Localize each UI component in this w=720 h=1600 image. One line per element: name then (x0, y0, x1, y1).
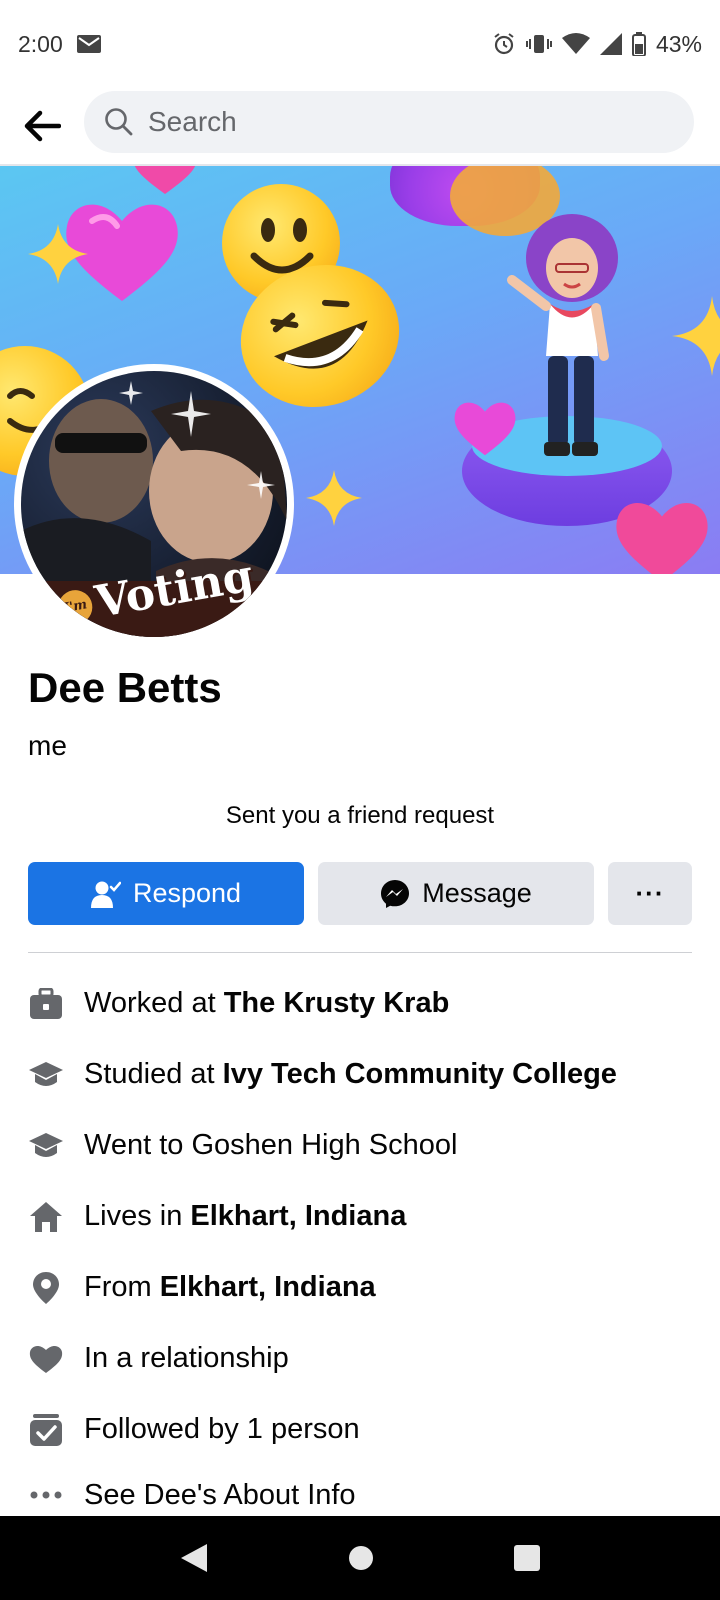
system-nav-bar (0, 1516, 720, 1600)
nav-back-icon[interactable] (179, 1542, 209, 1574)
avatar-figure (500, 206, 640, 466)
info-row-followers[interactable]: Followed by 1 person (0, 1394, 720, 1465)
info-row-relationship[interactable]: In a relationship (0, 1323, 720, 1394)
more-options-icon: ··· (635, 878, 665, 908)
location-pin-icon (28, 1270, 64, 1306)
briefcase-icon (28, 986, 64, 1022)
info-row-college[interactable]: Studied at Ivy Tech Community College (0, 1039, 720, 1110)
home-icon (28, 1199, 64, 1235)
heart-decoration-4 (612, 496, 712, 574)
see-about-text: See Dee's About Info (84, 1478, 356, 1511)
voting-badge-small-text: I'm (55, 586, 95, 627)
nav-recents-icon[interactable] (513, 1544, 541, 1572)
respond-label: Respond (132, 878, 242, 908)
info-row-high-school[interactable]: Went to Goshen High School (0, 1110, 720, 1181)
info-from-text: From Elkhart, Indiana (84, 1271, 376, 1303)
signal-icon (599, 33, 622, 55)
mail-icon (76, 35, 101, 53)
profile-subtitle: me (28, 730, 67, 761)
info-high-school-text: Went to Goshen High School (84, 1129, 458, 1161)
status-bar: 2:00 43% (0, 0, 720, 88)
more-options-button[interactable]: ··· (608, 862, 692, 925)
divider (28, 952, 692, 953)
star-decoration-3 (672, 296, 720, 381)
respond-button[interactable]: Respond (28, 862, 304, 925)
heart-icon (28, 1341, 64, 1377)
message-label: Message (422, 878, 532, 908)
more-dots-icon (28, 1477, 64, 1513)
friend-request-text: Sent you a friend request (225, 802, 495, 829)
battery-icon (631, 32, 646, 56)
messenger-icon (380, 879, 410, 909)
heart-decoration-small (130, 166, 200, 201)
info-row-from[interactable]: From Elkhart, Indiana (0, 1252, 720, 1323)
battery-percent: 43% (655, 30, 702, 57)
vibrate-icon (525, 33, 552, 55)
back-arrow-icon (23, 110, 61, 142)
followers-icon (28, 1412, 64, 1448)
profile-photo: I'm Voting (21, 371, 287, 637)
nav-home-icon[interactable] (347, 1544, 375, 1572)
search-input[interactable] (148, 106, 628, 138)
message-button[interactable]: Message (318, 862, 594, 925)
search-bar[interactable] (84, 91, 694, 153)
star-decoration (28, 224, 88, 289)
info-college-text: Studied at Ivy Tech Community College (84, 1058, 617, 1090)
status-time: 2:00 (18, 30, 63, 57)
info-followers-text: Followed by 1 person (84, 1413, 360, 1445)
profile-name: Dee Betts (28, 664, 222, 711)
info-row-work[interactable]: Worked at The Krusty Krab (0, 968, 720, 1039)
status-left: 2:00 (18, 31, 101, 58)
intro-list: Worked at The Krusty Krab Studied at Ivy… (0, 968, 720, 1525)
wifi-icon (561, 33, 590, 55)
person-check-icon (90, 880, 121, 908)
search-icon (104, 107, 134, 137)
profile-avatar[interactable]: I'm Voting (14, 364, 294, 644)
info-work-text: Worked at The Krusty Krab (84, 987, 450, 1019)
graduation-cap-icon (28, 1128, 64, 1164)
alarm-icon (492, 32, 516, 56)
star-decoration-2 (306, 470, 362, 531)
back-button[interactable] (0, 87, 84, 165)
graduation-cap-icon (28, 1057, 64, 1093)
info-relationship-text: In a relationship (84, 1342, 289, 1374)
info-lives-in-text: Lives in Elkhart, Indiana (84, 1200, 407, 1232)
info-row-lives-in[interactable]: Lives in Elkhart, Indiana (0, 1181, 720, 1252)
top-bar (0, 88, 720, 166)
status-right: 43% (492, 31, 702, 58)
